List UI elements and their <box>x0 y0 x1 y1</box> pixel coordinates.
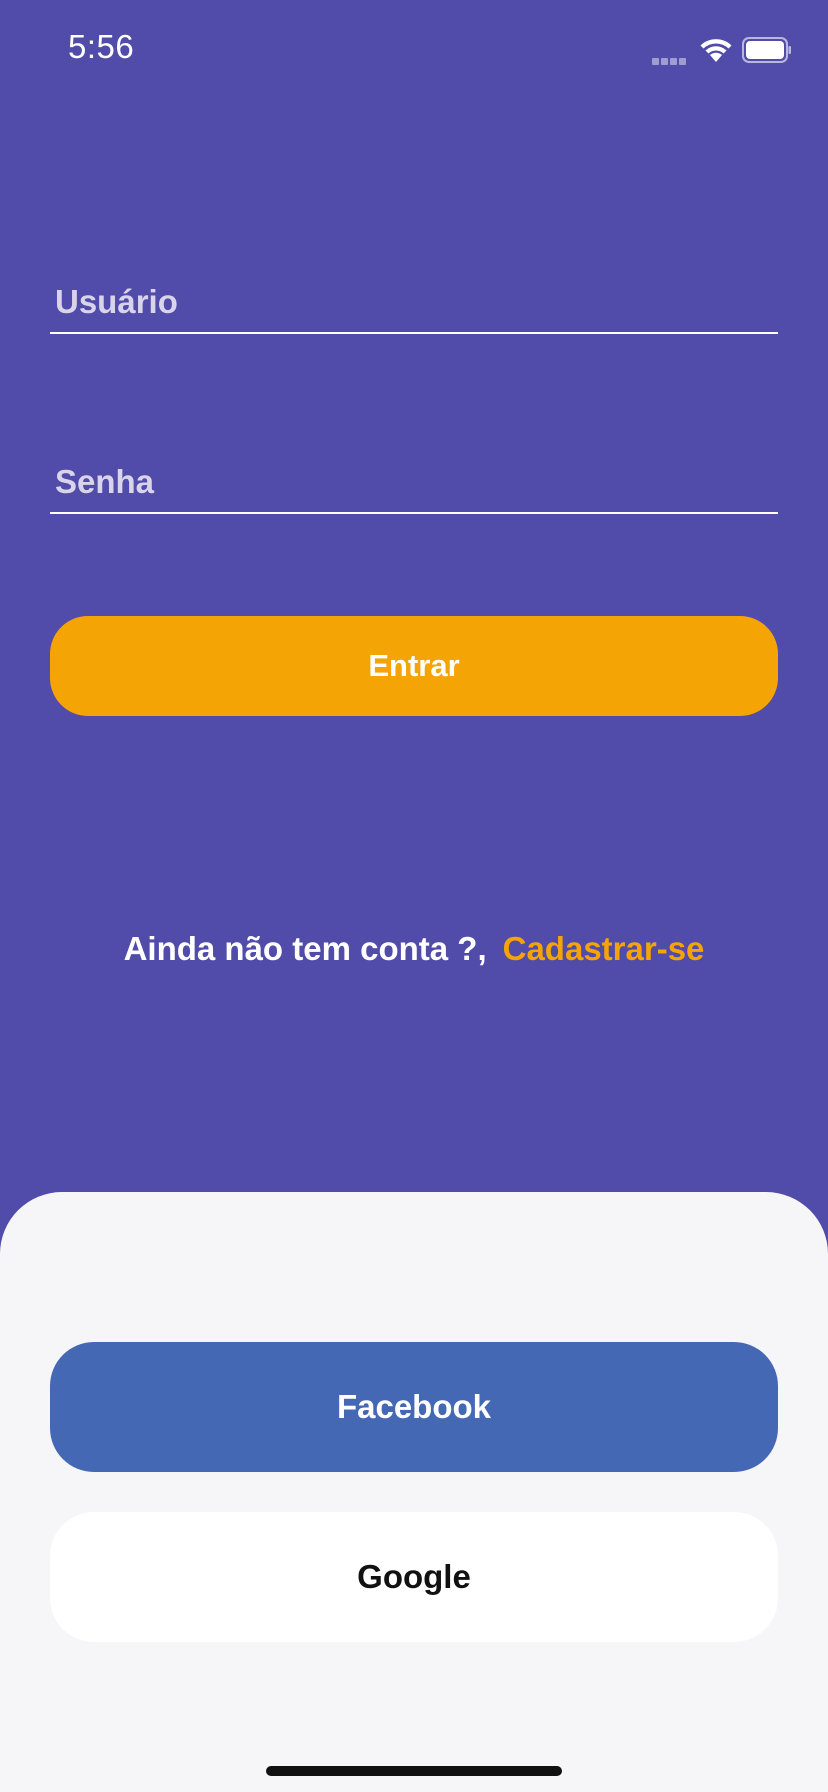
username-field <box>50 272 778 334</box>
password-field <box>50 452 778 514</box>
facebook-button[interactable]: Facebook <box>50 1342 778 1472</box>
google-button[interactable]: Google <box>50 1512 778 1642</box>
wifi-icon <box>700 39 732 62</box>
home-indicator <box>266 1766 562 1776</box>
signup-row: Ainda não tem conta ?, Cadastrar-se <box>0 930 828 968</box>
username-input[interactable] <box>50 272 778 332</box>
social-login-sheet: Facebook Google <box>0 1192 828 1792</box>
signup-prompt: Ainda não tem conta ?, <box>123 930 487 967</box>
password-input[interactable] <box>50 452 778 512</box>
status-bar: 5:56 <box>0 0 828 100</box>
enter-button[interactable]: Entrar <box>50 616 778 716</box>
login-screen: 5:56 Entrar Ainda não tem conta ?, Cadast… <box>0 0 828 1792</box>
battery-icon <box>742 37 791 63</box>
status-time: 5:56 <box>68 28 135 65</box>
signal-icon <box>652 52 690 65</box>
signup-link[interactable]: Cadastrar-se <box>503 930 705 967</box>
